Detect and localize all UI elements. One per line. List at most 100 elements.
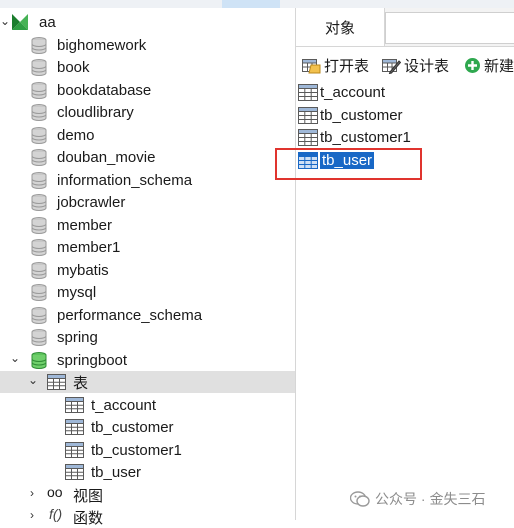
tree-db-item[interactable]: cloudlibrary (0, 101, 295, 123)
database-icon (31, 37, 47, 54)
tab-objects-label: 对象 (324, 19, 355, 37)
db-label: cloudlibrary (57, 103, 134, 121)
view-icon: oo (47, 484, 63, 500)
db-label: demo (57, 126, 95, 144)
chevron-right-icon[interactable]: › (30, 486, 34, 500)
tree-table-item[interactable]: tb_customer (0, 416, 295, 438)
database-icon (31, 59, 47, 76)
tree-connection-aa[interactable]: ⌄ aa (0, 11, 295, 33)
wechat-icon (350, 491, 370, 507)
object-list-item[interactable]: tb_customer (296, 104, 403, 126)
tree-db-item[interactable]: douban_movie (0, 146, 295, 168)
database-icon (31, 104, 47, 121)
database-icon (31, 329, 47, 346)
tree-db-item[interactable]: jobcrawler (0, 191, 295, 213)
object-toolbar: 打开表 设计表 新建 (296, 52, 514, 78)
new-table-label: 新建 (484, 57, 514, 75)
database-icon (31, 127, 47, 144)
tables-folder-icon (47, 374, 66, 390)
table-icon (65, 397, 84, 413)
watermark-text: 公众号 · 金失三石 (375, 491, 486, 507)
functions-node-label: 函数 (73, 509, 104, 527)
open-table-button[interactable]: 打开表 (302, 54, 369, 76)
tree-db-item[interactable]: performance_schema (0, 304, 295, 326)
database-icon (31, 149, 47, 166)
db-label: jobcrawler (57, 193, 126, 211)
tree-table-item[interactable]: tb_customer1 (0, 439, 295, 461)
db-label: performance_schema (57, 306, 203, 324)
tree-db-item[interactable]: member1 (0, 236, 295, 258)
design-table-icon (382, 58, 401, 74)
tab-bar: 对象 (296, 8, 514, 47)
active-menu-highlight (222, 0, 280, 8)
design-table-button[interactable]: 设计表 (382, 54, 449, 76)
navigation-tree[interactable]: ⌄ aa bighomework book bookdatabase cloud… (0, 8, 295, 527)
tree-views-node[interactable]: › oo 视图 (0, 484, 295, 506)
add-icon (465, 57, 480, 73)
db-label: member (57, 216, 113, 234)
object-panel: 对象 打开表 设计表 新建 t_account tb_customer tb_c… (296, 8, 514, 520)
highlight-annotation-box (275, 148, 422, 180)
tree-db-item[interactable]: spring (0, 326, 295, 348)
object-label: tb_customer1 (320, 128, 411, 146)
database-icon (31, 262, 47, 279)
table-icon (298, 106, 318, 124)
db-label: springboot (57, 351, 128, 369)
db-label: bighomework (57, 36, 147, 54)
database-open-icon (31, 352, 47, 369)
db-label: mybatis (57, 261, 109, 279)
table-label: tb_customer1 (91, 441, 182, 459)
tree-db-item[interactable]: book (0, 56, 295, 78)
table-icon (65, 464, 84, 480)
tree-db-item[interactable]: information_schema (0, 169, 295, 191)
tab-objects[interactable]: 对象 (296, 8, 385, 46)
db-label: information_schema (57, 171, 193, 189)
db-label: mysql (57, 283, 97, 301)
table-label: tb_customer (91, 418, 174, 436)
tree-functions-node[interactable]: › f() 函数 (0, 506, 295, 528)
table-icon (65, 419, 84, 435)
chevron-down-icon[interactable]: ⌄ (10, 351, 20, 365)
database-icon (31, 307, 47, 324)
connection-label: aa (39, 13, 56, 31)
table-label: tb_user (91, 463, 142, 481)
db-label: douban_movie (57, 148, 156, 166)
design-table-label: 设计表 (404, 57, 450, 75)
watermark: 公众号 · 金失三石 (350, 489, 485, 509)
chevron-down-icon[interactable]: ⌄ (0, 14, 10, 28)
database-icon (31, 194, 47, 211)
tree-tables-node[interactable]: ⌄ 表 (0, 371, 295, 393)
database-icon (31, 239, 47, 256)
database-icon (31, 172, 47, 189)
tree-db-item[interactable]: demo (0, 124, 295, 146)
open-table-icon (302, 58, 321, 73)
tables-node-label: 表 (73, 374, 89, 392)
object-list-item[interactable]: t_account (296, 81, 385, 103)
db-label: bookdatabase (57, 81, 152, 99)
open-table-label: 打开表 (324, 57, 370, 75)
tree-table-item[interactable]: tb_user (0, 461, 295, 483)
chevron-down-icon[interactable]: ⌄ (28, 373, 38, 387)
object-label: t_account (320, 83, 386, 101)
table-icon (298, 83, 318, 101)
db-label: member1 (57, 238, 121, 256)
database-icon (31, 284, 47, 301)
tree-db-item[interactable]: bookdatabase (0, 79, 295, 101)
tree-table-item[interactable]: t_account (0, 394, 295, 416)
new-table-button[interactable]: 新建 (464, 54, 514, 76)
db-label: book (57, 58, 90, 76)
tree-db-item[interactable]: member (0, 214, 295, 236)
database-icon (31, 217, 47, 234)
object-label: tb_customer (320, 106, 403, 124)
table-label: t_account (91, 396, 157, 414)
tree-db-item[interactable]: mybatis (0, 259, 295, 281)
object-list-item[interactable]: tb_customer1 (296, 126, 411, 148)
database-icon (31, 82, 47, 99)
tree-db-item[interactable]: mysql (0, 281, 295, 303)
table-icon (298, 128, 318, 146)
table-icon (65, 442, 84, 458)
tree-db-item-springboot[interactable]: ⌄ springboot (0, 349, 295, 371)
tab-area (385, 12, 514, 44)
tree-db-item[interactable]: bighomework (0, 34, 295, 56)
db-label: spring (57, 328, 98, 346)
